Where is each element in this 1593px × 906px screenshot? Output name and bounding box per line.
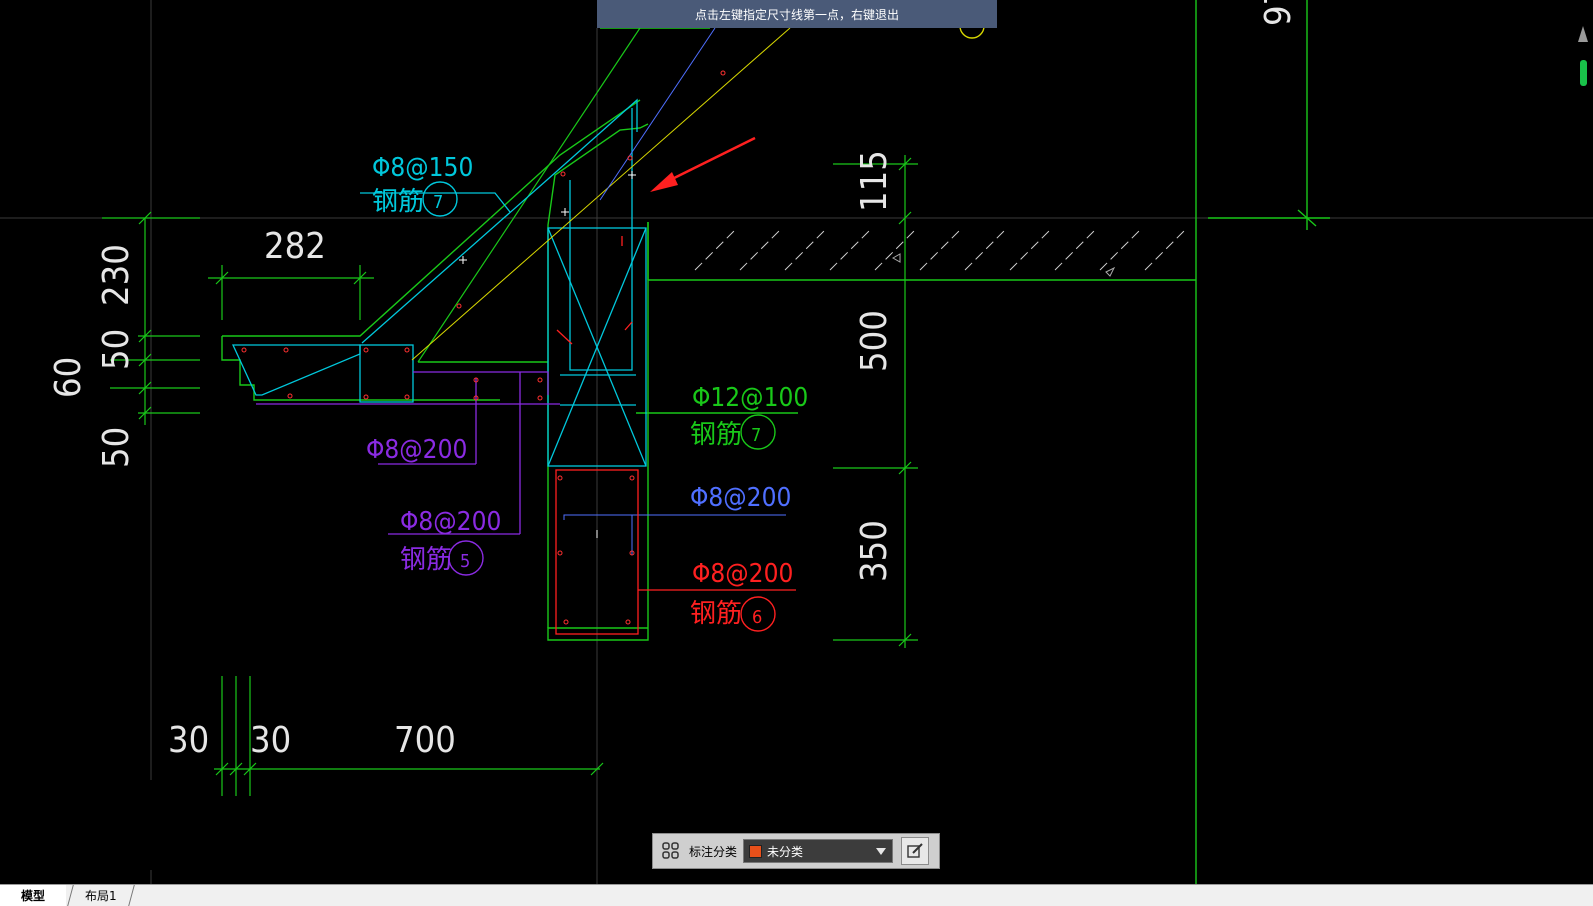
callout-5: Φ8@200: [690, 483, 791, 513]
tab-layout1[interactable]: 布局1: [67, 885, 135, 906]
annotation-category-select[interactable]: 未分类: [743, 839, 894, 863]
tab-model-label: 模型: [20, 889, 45, 903]
chevron-down-icon: [876, 848, 887, 855]
dim-30a: 30: [168, 720, 209, 761]
dim-50b: 50: [96, 427, 137, 468]
red-arrow-annotation: [650, 136, 756, 192]
edit-icon[interactable]: [901, 837, 930, 865]
callout-5-spec: Φ8@200: [690, 483, 791, 513]
callout-4-spec: Φ12@100: [692, 383, 808, 413]
dim-230: 230: [96, 244, 137, 306]
callout-3-spec: Φ8@200: [400, 507, 501, 537]
command-prompt-text: 点击左键指定尺寸线第一点，右键退出: [694, 7, 899, 22]
callout-6: Φ8@200 钢筋 6: [690, 559, 793, 632]
callout-1-spec: Φ8@150: [372, 153, 473, 183]
callout-6-label: 钢筋: [690, 599, 742, 629]
dimension-lines: [102, 155, 918, 796]
dim-350: 350: [854, 520, 895, 582]
callout-4-num: 7: [751, 425, 761, 446]
callout-6-spec: Φ8@200: [692, 559, 793, 589]
vertical-scrollbar[interactable]: [1576, 26, 1590, 96]
callout-3-num: 5: [460, 551, 470, 572]
slab-hatch: [648, 229, 1196, 281]
layout-tabbar: 模型 布局1: [0, 884, 1593, 906]
callout-3: Φ8@200 钢筋 5: [400, 507, 501, 576]
grid-settings-icon[interactable]: [659, 839, 683, 863]
dim-60: 60: [48, 357, 89, 398]
callout-2-spec: Φ8@200: [366, 435, 467, 465]
callout-6-num: 6: [752, 607, 762, 628]
cad-drawing-canvas[interactable]: 282 230 50 60 50 115 500 350 30 30 700 9…: [0, 0, 1593, 892]
dim-30b: 30: [250, 720, 291, 761]
guide-lines: [0, 0, 1593, 892]
scroll-thumb[interactable]: [1580, 60, 1587, 86]
dim-50a: 50: [96, 329, 137, 370]
concrete-outline: [221, 27, 798, 641]
scroll-up-icon[interactable]: [1578, 26, 1588, 42]
tab-model[interactable]: 模型: [0, 885, 66, 906]
dimension-texts: 282 230 50 60 50 115 500 350 30 30 700 9…: [48, 0, 1299, 761]
dim-700: 700: [394, 720, 456, 761]
category-color-swatch: [749, 844, 763, 858]
dim-282: 282: [264, 226, 326, 267]
dim-500: 500: [854, 310, 895, 372]
callout-4: Φ12@100 钢筋 7: [690, 383, 808, 450]
callout-4-label: 钢筋: [690, 420, 742, 450]
annotation-category-label: 标注分类: [689, 844, 738, 859]
command-prompt-bar: 点击左键指定尺寸线第一点，右键退出: [597, 0, 997, 28]
callout-1: Φ8@150 钢筋 7: [372, 153, 473, 217]
tab-layout1-label: 布局1: [85, 889, 117, 903]
dim-115: 115: [854, 150, 895, 212]
callout-1-label: 钢筋: [372, 187, 424, 217]
callout-2: Φ8@200: [366, 435, 467, 465]
rebar-yellow: [411, 27, 791, 361]
callout-1-num: 7: [433, 192, 443, 213]
dim-partial: 97: [1258, 0, 1299, 26]
rebar-dots: [241, 70, 726, 625]
grid-lines: [1195, 0, 1330, 892]
callout-3-label: 钢筋: [400, 545, 452, 575]
category-select-value: 未分类: [767, 844, 804, 859]
annotation-toolbar: 标注分类 未分类: [652, 833, 940, 869]
